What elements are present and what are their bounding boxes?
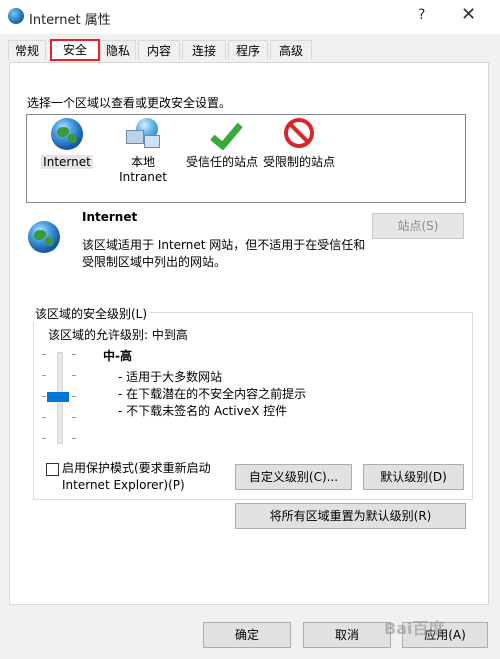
slider-tick [42, 417, 46, 418]
reset-all-zones-button[interactable]: 将所有区域重置为默认级别(R) [235, 503, 466, 529]
tab-programs[interactable]: 程序 [228, 40, 268, 60]
protected-mode-label[interactable]: 启用保护模式(要求重新启动 Internet Explorer)(P) [62, 460, 211, 494]
security-level-title: 该区域的安全级别(L) [33, 305, 150, 322]
window-title: Internet 属性 [29, 13, 111, 28]
tab-advanced[interactable]: 高级 [270, 40, 312, 60]
tab-general[interactable]: 常规 [8, 40, 46, 60]
level-name: 中-高 [103, 349, 132, 363]
level-description: - 适用于大多数网站 - 在下载潜在的不安全内容之前提示 - 不下载未签名的 A… [118, 369, 306, 420]
slider-thumb[interactable] [47, 392, 69, 402]
zone-local-intranet[interactable]: 本地 Intranet [115, 118, 171, 185]
zone-name: Internet [82, 210, 138, 224]
tab-security[interactable]: 安全 [50, 39, 100, 61]
default-level-button[interactable]: 默认级别(D) [363, 464, 464, 490]
slider-tick [42, 438, 46, 439]
zone-list: Internet 本地 Intranet 受信任的站点 受限制的站点 [26, 114, 466, 203]
level-bullet: - 适用于大多数网站 [118, 370, 223, 384]
zone-label: 受限制的站点 [262, 155, 335, 169]
zone-label: 受信任的站点 [185, 155, 258, 169]
slider-tick [72, 417, 76, 418]
tab-connections[interactable]: 连接 [182, 40, 226, 60]
intranet-icon [126, 118, 160, 150]
protected-mode-label-line1: 启用保护模式(要求重新启动 [62, 461, 211, 475]
slider-tick [72, 396, 76, 397]
zone-description: 该区域适用于 Internet 网站，但不适用于在受信任和受限制区域中列出的网站… [82, 238, 366, 269]
zone-label-line2: Intranet [119, 170, 167, 184]
slider-tick [72, 354, 76, 355]
zone-info-globe-icon [27, 221, 61, 255]
close-button[interactable]: ✕ [461, 4, 476, 25]
allowed-levels-text: 该区域的允许级别: 中到高 [48, 328, 188, 342]
zone-label: 本地 [130, 155, 155, 169]
level-bullet: - 不下载未签名的 ActiveX 控件 [118, 404, 288, 418]
globe-icon [51, 118, 83, 150]
ie-globe-icon [8, 8, 24, 24]
sites-button[interactable]: 站点(S) [372, 213, 464, 239]
level-bullet: - 在下载潜在的不安全内容之前提示 [118, 387, 307, 401]
cancel-button[interactable]: 取消 [303, 622, 391, 648]
slider-tick [42, 396, 46, 397]
checkmark-icon [206, 118, 238, 150]
custom-level-button[interactable]: 自定义级别(C)... [235, 464, 352, 490]
protected-mode-label-line2: Internet Explorer)(P) [62, 478, 185, 492]
slider-tick [42, 375, 46, 376]
title-bar: Internet 属性 ? ✕ [0, 0, 500, 34]
zone-trusted-sites[interactable]: 受信任的站点 [183, 118, 261, 170]
zone-restricted-sites[interactable]: 受限制的站点 [261, 118, 337, 170]
watermark: Bai百度 [384, 619, 445, 638]
zone-internet[interactable]: Internet [37, 118, 97, 170]
restricted-icon [284, 118, 314, 148]
tab-privacy[interactable]: 隐私 [100, 40, 136, 60]
tab-content[interactable]: 内容 [138, 40, 180, 60]
protected-mode-checkbox[interactable] [46, 463, 59, 476]
help-button[interactable]: ? [418, 7, 425, 23]
slider-tick [72, 438, 76, 439]
slider-tick [72, 375, 76, 376]
zone-label: Internet [41, 155, 93, 169]
ok-button[interactable]: 确定 [203, 622, 291, 648]
slider-tick [42, 354, 46, 355]
zone-prompt: 选择一个区域以查看或更改安全设置。 [27, 96, 232, 110]
